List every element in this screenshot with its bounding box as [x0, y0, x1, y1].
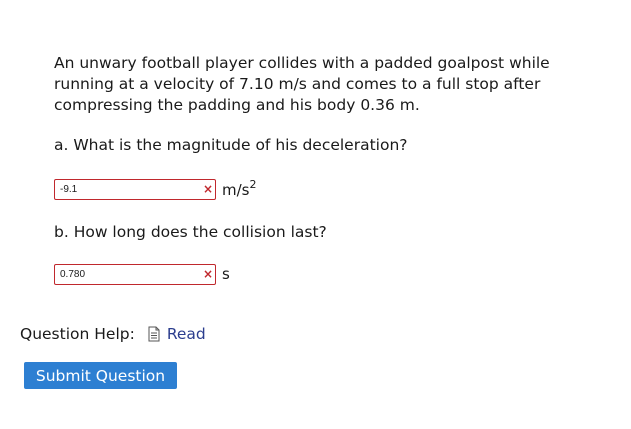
prompt-line-3: compressing the padding and his body 0.3…: [54, 96, 420, 114]
part-b-unit: s: [222, 265, 230, 283]
part-a-answer-row: × m/s2: [54, 177, 256, 200]
prompt-line-2: running at a velocity of 7.10 m/s and co…: [54, 75, 541, 93]
part-b-label: b. How long does the collision last?: [54, 223, 327, 241]
incorrect-x-icon: ×: [202, 266, 213, 281]
part-a-unit: m/s2: [222, 178, 256, 199]
part-a-label: a. What is the magnitude of his decelera…: [54, 136, 408, 154]
part-a-unit-exponent: 2: [249, 178, 257, 191]
part-b-unit-base: s: [222, 264, 230, 283]
document-icon[interactable]: [147, 326, 161, 342]
question-prompt: An unwary football player collides with …: [54, 53, 594, 116]
prompt-line-1: An unwary football player collides with …: [54, 54, 550, 72]
part-b-input-wrap: ×: [54, 262, 216, 285]
part-b-answer-input[interactable]: [54, 264, 216, 285]
submit-question-button[interactable]: Submit Question: [24, 362, 177, 389]
part-a-answer-input[interactable]: [54, 179, 216, 200]
part-a-input-wrap: ×: [54, 177, 216, 200]
question-help-label: Question Help:: [20, 325, 135, 343]
question-help-row: Question Help: Read: [20, 325, 206, 343]
question-page: An unwary football player collides with …: [0, 0, 631, 429]
part-a-unit-base: m/s: [222, 181, 250, 199]
incorrect-x-icon: ×: [202, 181, 213, 196]
question-body: An unwary football player collides with …: [54, 53, 594, 285]
read-link[interactable]: Read: [167, 325, 206, 343]
part-b-answer-row: × s: [54, 262, 230, 285]
